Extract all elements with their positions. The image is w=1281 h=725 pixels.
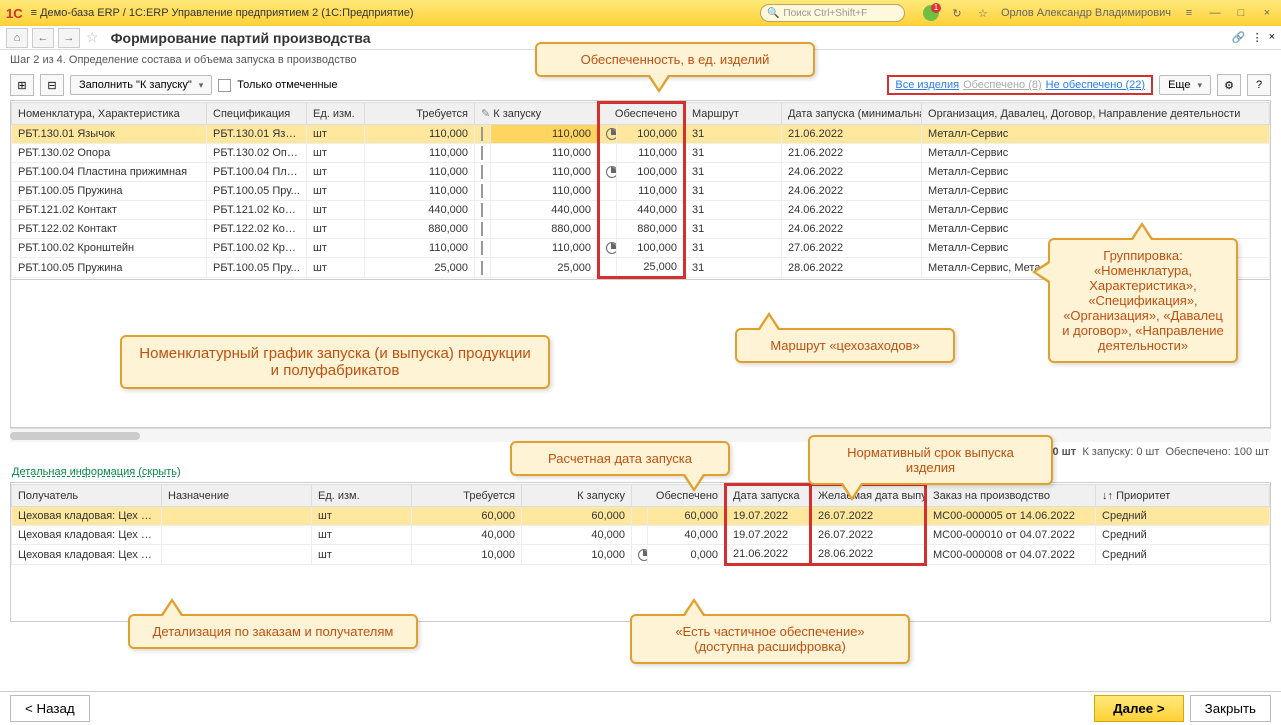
history-icon[interactable]: ↻ [949, 5, 965, 21]
logo-1c: 1C [6, 6, 23, 21]
more-button[interactable]: Еще [1159, 75, 1211, 95]
user-name[interactable]: Орлов Александр Владимирович [1001, 7, 1171, 19]
annot-calc-date: Расчетная дата запуска [510, 441, 730, 476]
col2-release-date[interactable]: Желаемая дата выпуска [811, 485, 926, 507]
annot-norm-period: Нормативный срок выпуска изделия [808, 435, 1053, 485]
col2-priority[interactable]: ↓↑ Приоритет [1096, 485, 1270, 507]
link-icon[interactable]: 🔗 [1232, 31, 1246, 44]
only-marked-label: Только отмеченные [237, 79, 337, 91]
page-title: Формирование партий производства [111, 30, 371, 46]
pie-icon [606, 128, 617, 140]
annot-schedule: Номенклатурный график запуска (и выпуска… [120, 335, 550, 389]
annot-detail: Детализация по заказам и получателям [128, 614, 418, 649]
filter-links: Все изделия Обеспечено (8) Не обеспечено… [887, 75, 1153, 95]
annot-provision: Обеспеченность, в ед. изделий [535, 42, 815, 77]
only-marked-checkbox[interactable] [218, 79, 231, 92]
row-checkbox[interactable] [481, 261, 483, 275]
next-step-button[interactable]: Далее > [1094, 695, 1184, 722]
star-icon[interactable]: ☆ [86, 29, 99, 46]
maximize-icon[interactable]: □ [1233, 5, 1249, 21]
annot-grouping: Группировка: «Номенклатура, Характеристи… [1048, 238, 1238, 363]
table-row[interactable]: РБТ.100.05 ПружинаРБТ.100.05 Пру...шт110… [12, 182, 1270, 201]
filter-not-provided[interactable]: Не обеспечено (22) [1046, 79, 1145, 91]
table-row[interactable]: РБТ.130.02 ОпораРБТ.130.02 Опо...шт110,0… [12, 144, 1270, 163]
titlebar: 1C ≡ Демо-база ERP / 1С:ERP Управление п… [0, 0, 1281, 26]
row-checkbox[interactable] [481, 222, 483, 236]
col2-receiver[interactable]: Получатель [12, 485, 162, 507]
help-icon[interactable]: ? [1247, 74, 1271, 96]
col2-to-launch[interactable]: К запуску [522, 485, 632, 507]
col-spec[interactable]: Спецификация [207, 103, 307, 125]
close-button[interactable]: Закрыть [1190, 695, 1271, 722]
col-launch-date[interactable]: Дата запуска (минимальная) [782, 103, 922, 125]
col-route[interactable]: Маршрут [685, 103, 782, 125]
favorite-icon[interactable]: ☆ [975, 5, 991, 21]
table-row[interactable]: Цеховая кладовая: Цех сб...шт60,00060,00… [12, 507, 1270, 526]
pie-icon [638, 549, 648, 561]
close-window-icon[interactable]: × [1259, 5, 1275, 21]
row-checkbox[interactable] [481, 165, 483, 179]
home-button[interactable]: ⌂ [6, 28, 28, 48]
expand-icon[interactable]: ⊞ [10, 74, 34, 96]
notifications-icon[interactable] [923, 5, 939, 21]
col-unit[interactable]: Ед. изм. [307, 103, 365, 125]
col-org[interactable]: Организация, Давалец, Договор, Направлен… [922, 103, 1270, 125]
col-to-launch[interactable]: ✎ К запуску [475, 103, 599, 125]
col-required[interactable]: Требуется [365, 103, 475, 125]
settings-icon[interactable]: ⚙ [1217, 74, 1241, 96]
row-checkbox[interactable] [481, 184, 483, 198]
detail-toggle[interactable]: Детальная информация (скрыть) [12, 466, 181, 478]
menu-icon[interactable]: ≡ [1181, 5, 1197, 21]
filter-provided[interactable]: Обеспечено (8) [963, 79, 1042, 91]
back-step-button[interactable]: < Назад [10, 695, 90, 722]
more-icon[interactable]: ⋮ [1252, 31, 1263, 44]
app-title: ≡ Демо-база ERP / 1С:ERP Управление пред… [31, 7, 414, 19]
fill-to-launch-button[interactable]: Заполнить "К запуску" [70, 75, 212, 95]
global-search[interactable]: 🔍Поиск Ctrl+Shift+F [760, 4, 905, 22]
forward-button[interactable]: → [58, 28, 80, 48]
footer: < Назад Далее > Закрыть [0, 691, 1281, 725]
pie-icon [606, 242, 617, 254]
minimize-icon[interactable]: — [1207, 5, 1223, 21]
table-row[interactable]: Цеховая кладовая: Цех сб...шт10,00010,00… [12, 545, 1270, 565]
filter-all[interactable]: Все изделия [895, 79, 959, 91]
row-checkbox[interactable] [481, 241, 483, 255]
col2-provided[interactable]: Обеспечено [632, 485, 726, 507]
back-button[interactable]: ← [32, 28, 54, 48]
col2-launch-date[interactable]: Дата запуска [726, 485, 811, 507]
row-checkbox[interactable] [481, 146, 483, 160]
search-icon: 🔍 [767, 8, 779, 19]
col2-purpose[interactable]: Назначение [162, 485, 312, 507]
detail-table: Получатель Назначение Ед. изм. Требуется… [10, 482, 1271, 622]
col2-required[interactable]: Требуется [412, 485, 522, 507]
row-checkbox[interactable] [481, 203, 483, 217]
table-row[interactable]: Цеховая кладовая: Цех сб...шт40,00040,00… [12, 526, 1270, 545]
col-provided[interactable]: Обеспечено [599, 103, 685, 125]
table-row[interactable]: РБТ.100.04 Пластина прижимнаяРБТ.100.04 … [12, 163, 1270, 182]
annot-route: Маршрут «цехозаходов» [735, 328, 955, 363]
pencil-icon: ✎ [481, 108, 490, 120]
col2-order[interactable]: Заказ на производство [926, 485, 1096, 507]
table-row[interactable]: РБТ.122.02 КонтактРБТ.122.02 Кон...шт880… [12, 220, 1270, 239]
collapse-icon[interactable]: ⊟ [40, 74, 64, 96]
table-row[interactable]: РБТ.130.01 ЯзычокРБТ.130.01 Язы...шт110,… [12, 125, 1270, 144]
close-tab-icon[interactable]: × [1269, 31, 1275, 44]
col2-unit[interactable]: Ед. изм. [312, 485, 412, 507]
col-nomenclature[interactable]: Номенклатура, Характеристика [12, 103, 207, 125]
table-row[interactable]: РБТ.121.02 КонтактРБТ.121.02 Кон...шт440… [12, 201, 1270, 220]
pie-icon [606, 166, 617, 178]
annot-partial: «Есть частичное обеспечение» (доступна р… [630, 614, 910, 664]
row-checkbox[interactable] [481, 127, 483, 141]
